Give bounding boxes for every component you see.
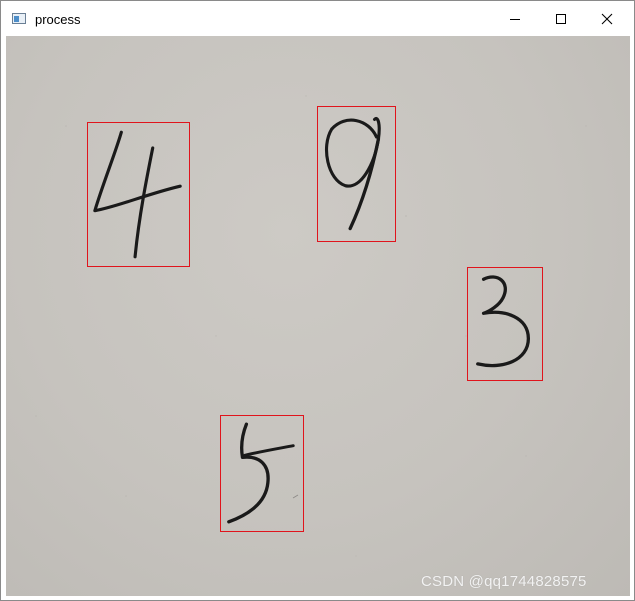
image-canvas: 4 9 3 5 xyxy=(6,36,630,596)
process-window: process CSDN @qq1744828575 xyxy=(0,0,635,601)
title-bar[interactable]: process xyxy=(1,1,634,36)
handwritten-digit-9 xyxy=(324,117,381,231)
maximize-icon xyxy=(556,13,566,24)
close-icon xyxy=(601,13,613,24)
minimize-icon xyxy=(510,18,520,20)
detection-box[interactable]: 4 xyxy=(87,122,190,267)
window-title: process xyxy=(35,12,81,27)
handwritten-digit-4 xyxy=(93,130,182,259)
handwritten-digit-3 xyxy=(476,275,531,368)
watermark-text: CSDN @qq1744828575 xyxy=(421,573,587,590)
close-button[interactable] xyxy=(584,1,630,36)
handwritten-digit-5 xyxy=(227,422,295,524)
app-window-icon xyxy=(12,13,26,24)
detection-box[interactable]: 5 xyxy=(220,415,304,532)
detection-box[interactable]: 3 xyxy=(467,267,543,381)
detection-box[interactable]: 9 xyxy=(317,106,396,242)
minimize-button[interactable] xyxy=(492,1,538,36)
maximize-button[interactable] xyxy=(538,1,584,36)
